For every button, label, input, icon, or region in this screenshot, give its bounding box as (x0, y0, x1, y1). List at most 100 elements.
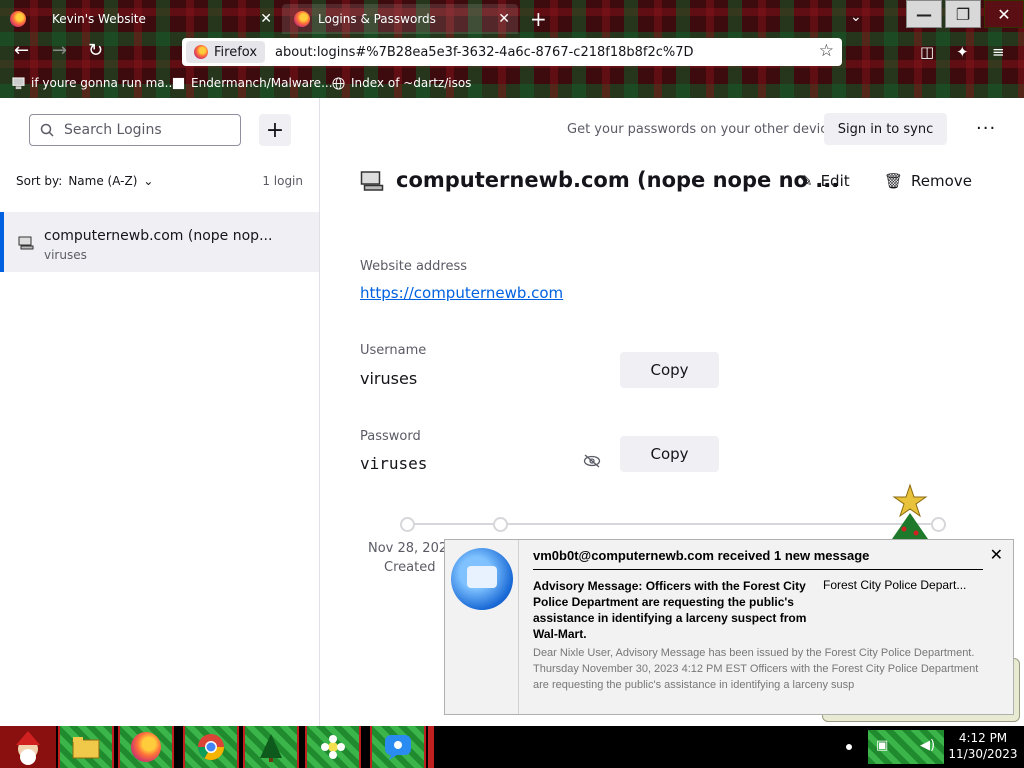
url-text[interactable]: about:logins#%7B28ea5e3f-3632-4a6c-8767-… (275, 45, 694, 60)
sync-promo-text: Get your passwords on your other devices (567, 122, 843, 137)
notification-header: vm0b0t@computernewb.com received 1 new m… (533, 548, 870, 563)
minimize-button[interactable]: — (906, 0, 942, 28)
website-link[interactable]: https://computernewb.com (360, 284, 563, 302)
bookmark-label: if youre gonna run ma... (31, 76, 177, 90)
created-date: Nov 28, 2023 (368, 541, 456, 556)
timeline-dot (400, 517, 415, 532)
back-icon[interactable]: ← (14, 40, 29, 61)
notification-subject: Advisory Message: Officers with the Fore… (533, 579, 807, 641)
reload-icon[interactable]: ↻ (88, 40, 103, 61)
search-input[interactable] (62, 121, 236, 139)
trash-icon: 🗑 (884, 172, 904, 190)
edit-button[interactable]: ✎ Edit (800, 172, 850, 190)
logins-sidebar: + Sort by: Name (A-Z) ⌄ 1 login computer… (0, 98, 320, 726)
sign-in-to-sync-button[interactable]: Sign in to sync (824, 113, 947, 145)
copy-password-button[interactable]: Copy (620, 436, 719, 472)
hamburger-menu-icon[interactable]: ≡ (992, 43, 1005, 61)
tab-label: Logins & Passwords (318, 12, 436, 26)
login-title: computernewb.com (nope nope no ... (396, 168, 840, 192)
username-label: Username (360, 343, 427, 358)
close-window-button[interactable]: ✕ (984, 0, 1024, 28)
computer-icon (18, 236, 34, 250)
computer-icon (360, 171, 384, 191)
new-tab-icon[interactable]: + (530, 7, 547, 31)
tab-kevins-website[interactable]: Kevin's Website ✕ (40, 4, 280, 34)
taskbar-chat-app[interactable] (370, 726, 426, 768)
taskbar-garden-app[interactable] (305, 726, 361, 768)
clock-time: 4:12 PM (958, 731, 1008, 745)
sort-control[interactable]: Sort by: Name (A-Z) ⌄ (16, 174, 153, 188)
more-options-icon[interactable]: ··· (976, 118, 996, 139)
remove-button[interactable]: 🗑 Remove (884, 172, 972, 190)
extensions-icon[interactable]: ✦ (956, 43, 969, 61)
notification-body: Dear Nixle User, Advisory Message has be… (533, 647, 979, 691)
start-button[interactable] (0, 726, 56, 768)
system-tray[interactable]: ▣ ◀) (868, 730, 944, 764)
flower-icon (321, 735, 345, 759)
sort-label: Sort by: (16, 174, 63, 188)
notification-sender: Forest City Police Depart... (823, 578, 967, 592)
tab-label: Kevin's Website (52, 12, 146, 26)
identity-box[interactable]: Firefox (186, 41, 266, 63)
website-address-label: Website address (360, 259, 468, 274)
tab-close-icon[interactable]: ✕ (498, 11, 510, 27)
pocket-icon[interactable]: ◫ (920, 43, 934, 61)
bookmark-label: Index of ~dartz/isos (351, 76, 472, 90)
list-all-tabs-icon[interactable]: ⌄ (850, 9, 862, 25)
network-icon[interactable]: ▣ (876, 738, 888, 753)
taskbar-file-explorer[interactable] (58, 726, 114, 768)
taskbar-firefox[interactable] (118, 726, 174, 768)
clock-date: 11/30/2023 (948, 747, 1018, 761)
created-label: Created (384, 560, 436, 575)
browser-chrome: Kevin's Website ✕ Logins & Passwords ✕ +… (0, 0, 1024, 98)
bookmark-item[interactable]: Index of ~dartz/isos (332, 76, 471, 90)
add-login-button[interactable]: + (259, 114, 291, 146)
bookmark-item[interactable]: Endermanch/Malware... (172, 76, 333, 90)
taskbar-tree-app[interactable] (243, 726, 299, 768)
taskbar-clock[interactable]: 4:12 PM 11/30/2023 (944, 726, 1022, 768)
login-item-title: computernewb.com (nope nop... (44, 228, 273, 244)
username-value: viruses (360, 369, 418, 388)
search-box[interactable] (29, 114, 241, 146)
login-item-username: viruses (44, 248, 87, 262)
pencil-icon: ✎ (800, 172, 813, 190)
chat-bubble-icon (385, 735, 411, 760)
notification-icon-area (445, 540, 519, 714)
notification-dot-icon (846, 744, 852, 750)
url-bar[interactable]: Firefox about:logins#%7B28ea5e3f-3632-4a… (182, 38, 842, 66)
tab-close-icon[interactable]: ✕ (260, 11, 272, 27)
christmas-tree-icon (892, 483, 928, 539)
forward-icon[interactable]: → (52, 40, 67, 61)
firefox-identity-icon (194, 45, 208, 59)
taskbar-separator (428, 726, 434, 768)
search-icon (40, 123, 54, 137)
tree-icon (260, 734, 282, 762)
bookmark-item[interactable]: if youre gonna run ma... (12, 76, 176, 90)
taskbar-chrome[interactable] (183, 726, 239, 768)
chrome-icon (197, 734, 225, 761)
bookmark-star-icon[interactable]: ☆ (819, 41, 834, 61)
eye-slash-icon[interactable] (583, 453, 601, 469)
identity-label: Firefox (214, 44, 258, 60)
folder-icon (72, 737, 100, 759)
password-value: viruses (360, 454, 428, 473)
taskbar: ▣ ◀) 4:12 PM 11/30/2023 (0, 726, 1024, 768)
chevron-down-icon: ⌄ (143, 174, 154, 188)
page-icon (172, 77, 185, 89)
bookmark-label: Endermanch/Malware... (191, 76, 333, 90)
close-icon[interactable]: ✕ (990, 545, 1003, 565)
timeline-line (407, 523, 939, 525)
firefox-tab-icon (294, 11, 310, 27)
tab-logins-passwords[interactable]: Logins & Passwords ✕ (282, 4, 518, 34)
mail-notification[interactable]: vm0b0t@computernewb.com received 1 new m… (444, 539, 1014, 715)
volume-icon[interactable]: ◀) (920, 738, 935, 753)
envelope-icon (467, 566, 497, 588)
globe-icon (332, 76, 345, 90)
timeline-dot (493, 517, 508, 532)
restore-button[interactable]: ❐ (945, 0, 981, 28)
firefox-menu-icon[interactable] (10, 11, 26, 27)
login-list-item[interactable]: computernewb.com (nope nop... viruses (0, 212, 319, 272)
password-label: Password (360, 429, 421, 444)
sort-value[interactable]: Name (A-Z) (68, 174, 137, 188)
copy-username-button[interactable]: Copy (620, 352, 719, 388)
